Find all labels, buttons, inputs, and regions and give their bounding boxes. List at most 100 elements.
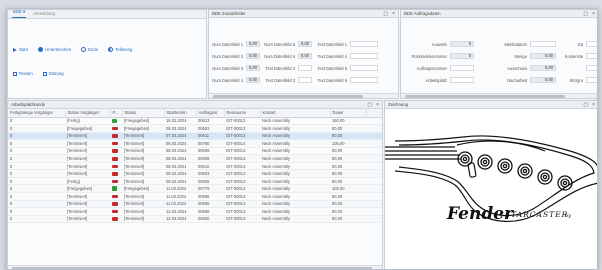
zusatzfeld-field[interactable] bbox=[350, 41, 378, 47]
column-header[interactable]: Status bbox=[122, 109, 165, 118]
auftragsdaten-scrollbar[interactable] bbox=[401, 93, 597, 98]
column-header[interactable]: Kostart bbox=[260, 109, 331, 118]
start-button[interactable]: Start bbox=[11, 46, 30, 53]
zusatzfeld-field[interactable]: 0,00 bbox=[298, 41, 312, 47]
zusatzfeld-field[interactable]: 0,00 bbox=[246, 53, 260, 59]
table-row[interactable]: 0 [Terminiert] [Terminiert] 08.03.2024 00603… bbox=[8, 169, 382, 178]
cell-date: 16.02.2024 bbox=[164, 117, 196, 126]
auftragsdaten-field[interactable]: 0,00 bbox=[530, 53, 556, 59]
unterbrechen-button[interactable]: Unterbrechen bbox=[36, 46, 73, 53]
zusatzfeld-field[interactable]: 0,00 bbox=[298, 53, 312, 59]
maximize-icon[interactable]: ▢ bbox=[383, 11, 388, 17]
close-icon[interactable]: × bbox=[376, 102, 379, 108]
maximize-icon[interactable]: ▢ bbox=[583, 102, 588, 108]
cell-dauer: 80,00 bbox=[330, 147, 366, 156]
cell-res: GIT-00013 bbox=[224, 154, 260, 163]
table-row[interactable]: 0 [Terminiert] [Terminiert] 07.03.2024 00611… bbox=[8, 132, 382, 141]
stop-icon bbox=[81, 47, 87, 52]
cell-st: [Terminiert] bbox=[122, 147, 164, 156]
table-row[interactable]: 0 [Terminiert] [Terminiert] 08.03.2024 00610… bbox=[8, 162, 382, 171]
column-header[interactable]: P... bbox=[110, 109, 123, 118]
column-header[interactable]: Status Vorgänger bbox=[65, 109, 111, 118]
table-row[interactable]: 0 [Fertig] [Terminiert] 08.03.2024 00605 GIT-… bbox=[8, 177, 382, 186]
auftragsdaten-field[interactable]: 0 bbox=[450, 41, 474, 47]
cell-date: 08.03.2024 bbox=[164, 169, 196, 178]
auftragsdaten-field[interactable]: 0,00 bbox=[530, 65, 556, 71]
cell-sv: [Terminiert] bbox=[65, 207, 110, 216]
auftragsdaten-field[interactable] bbox=[586, 77, 597, 83]
close-icon[interactable]: × bbox=[392, 11, 395, 17]
column-header[interactable]: Fertigmenge Vorgänger bbox=[8, 109, 66, 118]
cell-sv: [Fertig] bbox=[65, 177, 110, 186]
auftragsdaten-field[interactable] bbox=[586, 65, 597, 71]
maximize-icon[interactable]: ▢ bbox=[367, 102, 372, 108]
cell-spacer bbox=[366, 177, 382, 186]
zusatzfeld-field[interactable] bbox=[350, 53, 378, 59]
cell-nr: 00595 bbox=[196, 200, 224, 209]
cell-kost: Neck Assembly bbox=[260, 200, 330, 209]
zusatzfeld-field[interactable]: 0,00 bbox=[246, 65, 260, 71]
bde-action-panel: BDE ▾ Anmeldung Start Unterbrechen Ende … bbox=[7, 9, 207, 99]
fault-icon bbox=[42, 71, 47, 76]
table-row[interactable]: 0 [Terminiert] [Terminiert] 12.03.2024 00600… bbox=[8, 215, 382, 224]
cell-dauer: 80,00 bbox=[330, 154, 366, 163]
zusatzfeld-field[interactable] bbox=[350, 77, 378, 83]
teilmeng-button[interactable]: Teilmeng bbox=[106, 46, 134, 53]
cell-date: 11.03.2024 bbox=[164, 200, 196, 209]
auftragsdaten-label: Ausschuss bbox=[507, 65, 527, 71]
table-row[interactable]: 0 [Terminiert] [Terminiert] 08.03.2024 00608… bbox=[8, 147, 382, 156]
close-icon[interactable]: × bbox=[592, 11, 595, 17]
maximize-icon[interactable]: ▢ bbox=[583, 11, 588, 17]
cell-st: [Terminiert] bbox=[122, 215, 164, 224]
column-header[interactable]: Auftragsnr. bbox=[196, 109, 225, 118]
cell-dauer: 160,00 bbox=[330, 117, 366, 126]
cell-sv: [Terminiert] bbox=[65, 139, 110, 148]
cell-res: GIT-00014 bbox=[224, 184, 260, 193]
auftragsdaten-field[interactable] bbox=[450, 65, 474, 71]
auftragsdaten-field[interactable]: 0,00 bbox=[530, 77, 556, 83]
cell-date: 08.03.2024 bbox=[164, 147, 196, 156]
auftragsdaten-title: BDE Auftragsdaten bbox=[404, 11, 441, 16]
zusatzfeld-field[interactable] bbox=[298, 65, 312, 71]
cell-kost: Neck Assembly bbox=[260, 207, 330, 216]
stoerung-button[interactable]: Störung bbox=[41, 70, 66, 77]
model-suffix-label: by bbox=[565, 213, 571, 219]
auftragsdaten-field[interactable]: 0 bbox=[450, 53, 474, 59]
auftragsdaten-panel: BDE Auftragsdaten ▢ × Auswels 0 Meldedatum D… bbox=[400, 9, 597, 99]
column-menu[interactable] bbox=[366, 109, 382, 118]
zusatzfeld-field[interactable]: 0,00 bbox=[246, 77, 260, 83]
cell-st: [Terminiert] bbox=[122, 139, 164, 148]
auftragsdaten-field[interactable] bbox=[586, 53, 597, 59]
table-row[interactable]: 0 [Fertig] [Freigegeben] 16.02.2024 00613 GIT… bbox=[8, 117, 382, 126]
zusatzfeld-field[interactable]: 0,00 bbox=[246, 41, 260, 47]
zusatzfeld-field[interactable] bbox=[298, 77, 312, 83]
column-header[interactable]: Dauer bbox=[330, 109, 367, 118]
column-header[interactable]: Ressource bbox=[224, 109, 261, 118]
tab-bde[interactable]: BDE ▾ bbox=[12, 10, 27, 18]
table-row[interactable]: 0 [Freigegeben] [Freigegeben] 05.03.2024 006… bbox=[8, 124, 382, 133]
zusatzfelder-form: Num Datenfeld 1 0,00 Num Datenfeld 5 0,00 Te… bbox=[211, 41, 378, 83]
cell-kost: Neck Assembly bbox=[260, 117, 330, 126]
cell-dauer: 105,00 bbox=[330, 139, 366, 148]
tab-anmeldung[interactable]: Anmeldung bbox=[32, 10, 56, 18]
priority-cell bbox=[110, 184, 122, 193]
table-row[interactable]: 0 [Freigegeben] [Freigegeben] 11.03.2024 007… bbox=[8, 184, 382, 193]
cell-fm: 0 bbox=[8, 147, 65, 156]
auftragsdaten-field[interactable] bbox=[530, 41, 556, 47]
table-scrollbar[interactable] bbox=[8, 265, 382, 269]
table-row[interactable]: 0 [Terminiert] [Terminiert] 11.03.2024 00596… bbox=[8, 192, 382, 201]
table-row[interactable]: 0 [Terminiert] [Terminiert] 08.03.2024 00609… bbox=[8, 154, 382, 163]
table-row[interactable]: 0 [Terminiert] [Terminiert] 12.03.2024 00598… bbox=[8, 207, 382, 216]
ruesten-button[interactable]: Rüsten bbox=[11, 70, 35, 77]
truck-status-icon bbox=[112, 134, 118, 138]
ende-button[interactable]: Ende bbox=[79, 46, 100, 53]
zusatzfeld-field[interactable] bbox=[350, 65, 378, 71]
column-header[interactable]: Starttermin bbox=[164, 109, 197, 118]
zusatzfelder-scrollbar[interactable] bbox=[209, 93, 398, 98]
close-icon[interactable]: × bbox=[592, 102, 595, 108]
table-row[interactable]: 0 [Terminiert] [Terminiert] 11.03.2024 00595… bbox=[8, 200, 382, 209]
auftragsdaten-field[interactable] bbox=[450, 77, 474, 83]
auftragsdaten-field[interactable] bbox=[586, 41, 597, 47]
cell-res: GIT-00013 bbox=[224, 162, 260, 171]
table-row[interactable]: 0 [Terminiert] [Terminiert] 08.03.2024 00780… bbox=[8, 139, 382, 148]
